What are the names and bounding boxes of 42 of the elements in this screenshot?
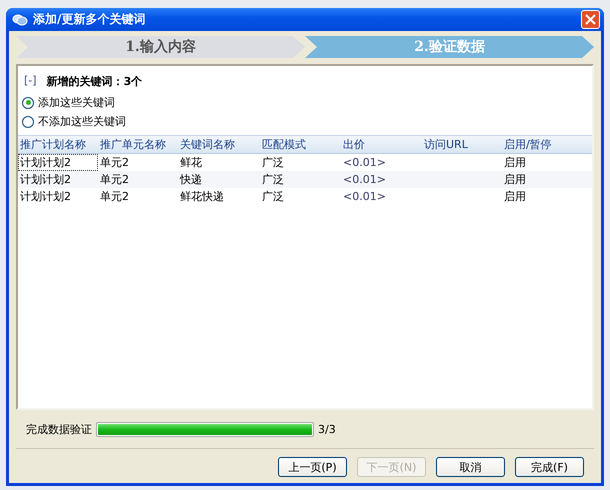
column-header[interactable]: 推广计划名称 xyxy=(18,136,98,153)
progress-reading: 3/3 xyxy=(318,422,336,436)
section-title: 新增的关键词：3个 xyxy=(46,74,142,89)
table-cell-text: <0.01> xyxy=(342,155,387,171)
table-cell-text: <0.01> xyxy=(342,172,387,188)
dialog-button[interactable]: 取消 xyxy=(436,457,505,477)
table-cell-text: 单元2 xyxy=(99,189,130,205)
table-cell-text: 计划计划2 xyxy=(19,172,72,188)
progress-label: 完成数据验证 xyxy=(26,422,92,436)
table-cell-text: <0.01> xyxy=(342,189,387,205)
radio-button[interactable] xyxy=(22,96,34,108)
table-cell-text: 鲜花快递 xyxy=(179,189,225,205)
table-cell-text: 广泛 xyxy=(261,155,285,171)
wizard-step: 2.验证数据 xyxy=(305,36,594,58)
wizard-step: 1.输入内容 xyxy=(16,36,305,58)
collapse-toggle[interactable]: [-] xyxy=(24,74,37,89)
option-label: 添加这些关键词 xyxy=(38,95,115,110)
table-cell-text: 单元2 xyxy=(99,172,130,188)
dialog-button[interactable]: 上一页(P) xyxy=(278,457,347,477)
table-cell-text: 鲜花 xyxy=(179,155,203,171)
table-cell: 计划计划2 xyxy=(18,154,98,171)
dialog-button[interactable]: 完成(F) xyxy=(515,457,584,477)
radio-button[interactable] xyxy=(22,116,34,128)
column-header[interactable]: 关键词名称 xyxy=(178,136,260,153)
table-cell-text: 快递 xyxy=(178,172,203,188)
column-header[interactable]: 访问URL xyxy=(422,136,502,153)
table-cell-text: 启用 xyxy=(503,155,527,171)
table-cell-text: 启用 xyxy=(503,172,527,188)
table-cell-text: 单元2 xyxy=(99,155,130,171)
close-button[interactable] xyxy=(581,10,600,29)
table-cell-text: 计划计划2 xyxy=(19,189,72,205)
table-cell-text: 启用 xyxy=(503,189,527,205)
column-header[interactable]: 推广单元名称 xyxy=(98,136,178,153)
table-cell-text: 广泛 xyxy=(261,172,285,188)
column-header[interactable]: 启用/暂停 xyxy=(502,136,592,153)
column-header[interactable]: 匹配模式 xyxy=(260,136,341,153)
table-cell-text: 广泛 xyxy=(261,189,285,205)
window-title: 添加/更新多个关键词 xyxy=(33,11,146,28)
column-header[interactable]: 出价 xyxy=(341,136,422,153)
close-icon xyxy=(585,14,596,25)
app-icon xyxy=(12,12,28,28)
option-label: 不添加这些关键词 xyxy=(38,114,126,129)
